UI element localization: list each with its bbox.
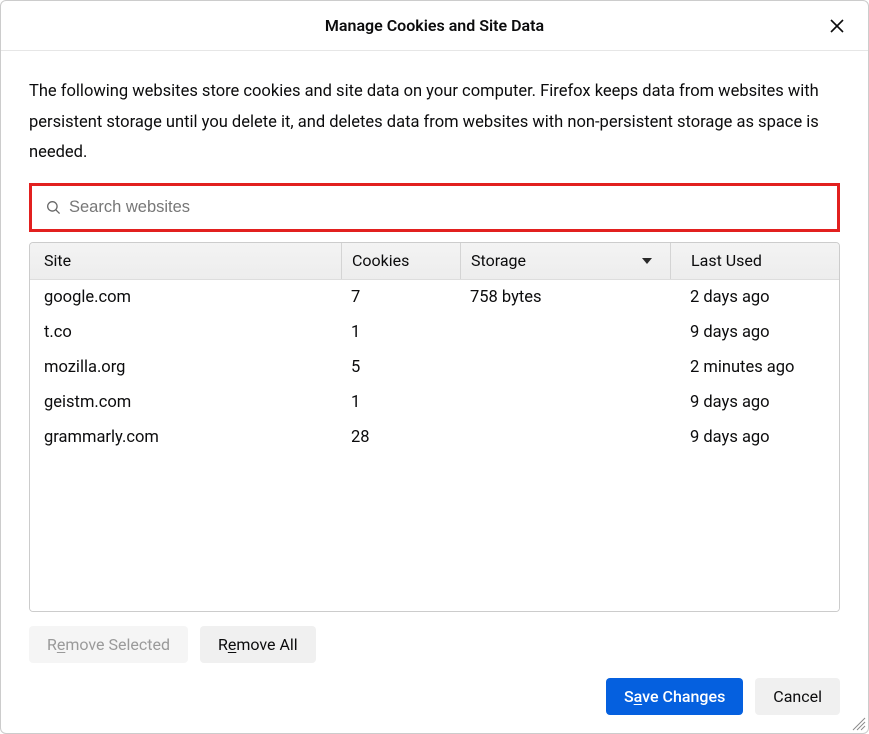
manage-cookies-dialog: Manage Cookies and Site Data The followi… [0,0,869,734]
cell-cookies: 5 [341,358,460,377]
close-icon [829,18,845,34]
search-input[interactable] [69,198,823,217]
table-row[interactable]: geistm.com1 9 days ago [30,385,839,420]
sites-table: Site Cookies Storage Last Used google.co… [29,242,840,612]
cell-site: geistm.com [30,393,341,412]
search-highlight-box [29,183,840,232]
search-box[interactable] [36,190,833,225]
table-row[interactable]: grammarly.com28 9 days ago [30,420,839,455]
cell-site: t.co [30,323,341,342]
dialog-header: Manage Cookies and Site Data [1,1,868,51]
cell-last-used: 2 minutes ago [670,358,839,377]
cancel-button[interactable]: Cancel [755,678,840,715]
close-button[interactable] [826,15,848,37]
cell-cookies: 1 [341,323,460,342]
remove-all-button[interactable]: Remove All [200,626,316,663]
cell-site: mozilla.org [30,358,341,377]
column-label: Storage [471,251,526,270]
table-actions: Remove Selected Remove All [29,626,840,663]
dialog-title: Manage Cookies and Site Data [325,16,544,35]
cell-storage: 758 bytes [460,288,670,307]
column-header-storage[interactable]: Storage [460,243,670,279]
column-label: Site [44,251,71,270]
column-header-cookies[interactable]: Cookies [341,243,460,279]
cell-site: grammarly.com [30,428,341,447]
resize-grip-icon[interactable] [850,715,866,731]
table-row[interactable]: t.co1 9 days ago [30,315,839,350]
remove-selected-button[interactable]: Remove Selected [29,626,188,663]
dialog-description: The following websites store cookies and… [29,77,840,169]
cell-cookies: 1 [341,393,460,412]
save-changes-button[interactable]: Save Changes [606,678,743,715]
cell-last-used: 9 days ago [670,323,839,342]
column-label: Last Used [691,251,762,270]
cell-site: google.com [30,288,341,307]
cell-last-used: 9 days ago [670,428,839,447]
sort-descending-icon [642,258,652,264]
dialog-footer: Save Changes Cancel [1,678,868,733]
column-header-site[interactable]: Site [30,243,341,279]
table-body[interactable]: google.com7758 bytes2 days agot.co19 day… [30,280,839,611]
table-row[interactable]: mozilla.org5 2 minutes ago [30,350,839,385]
column-header-last-used[interactable]: Last Used [670,243,839,279]
dialog-content: The following websites store cookies and… [1,51,868,664]
column-label: Cookies [352,251,409,270]
search-icon [46,200,61,215]
cell-cookies: 28 [341,428,460,447]
cell-cookies: 7 [341,288,460,307]
cell-last-used: 2 days ago [670,288,839,307]
table-header: Site Cookies Storage Last Used [30,243,839,280]
cell-last-used: 9 days ago [670,393,839,412]
table-row[interactable]: google.com7758 bytes2 days ago [30,280,839,315]
